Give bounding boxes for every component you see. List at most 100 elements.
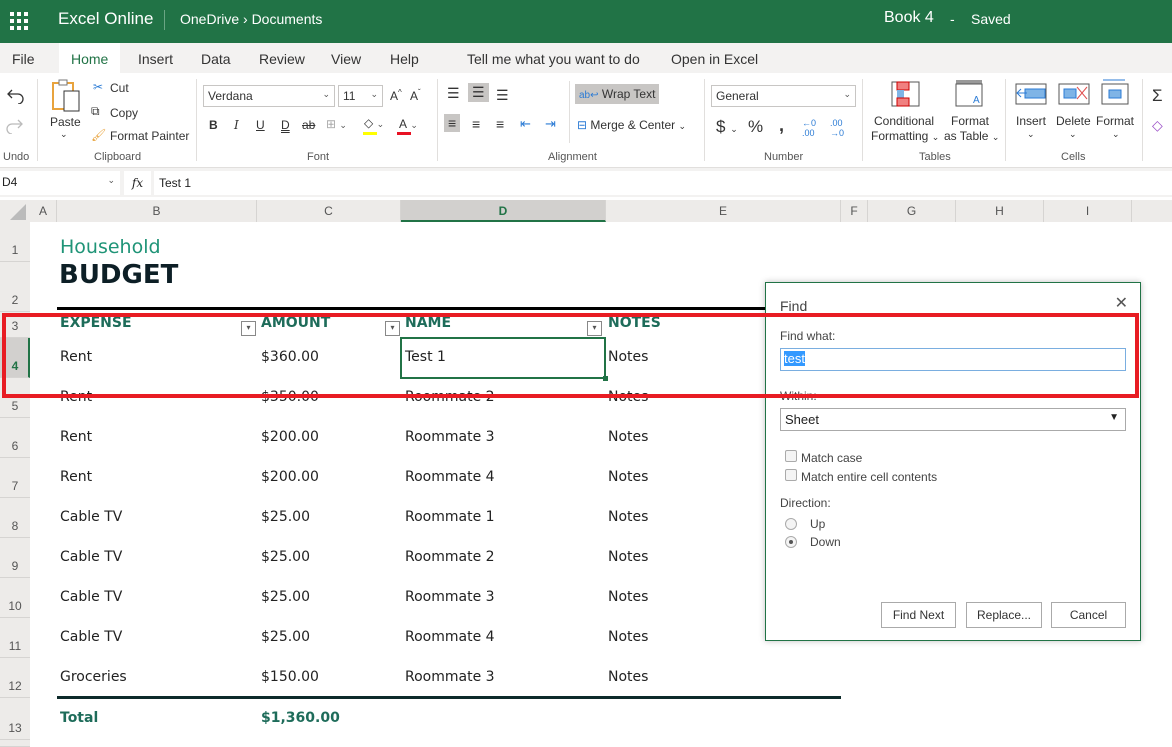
align-top-icon[interactable]: ☰ bbox=[447, 85, 460, 102]
total-value[interactable]: $1,360.00 bbox=[261, 710, 340, 726]
cell-amount[interactable]: $200.00 bbox=[261, 469, 319, 485]
breadcrumb[interactable]: OneDrive › Documents bbox=[180, 11, 322, 27]
format-as-table-button[interactable]: Format bbox=[951, 114, 989, 128]
match-case-checkbox[interactable] bbox=[785, 450, 797, 462]
decrease-decimal-icon[interactable]: .00 →0 bbox=[830, 118, 844, 138]
wrap-text-button[interactable]: ab↩ Wrap Text bbox=[575, 84, 660, 104]
number-format-dropdown[interactable]: General ⌄ bbox=[711, 85, 856, 107]
cancel-button[interactable]: Cancel bbox=[1051, 602, 1126, 628]
tab-file[interactable]: File bbox=[12, 43, 35, 73]
percent-icon[interactable]: % bbox=[748, 117, 763, 137]
font-color-icon[interactable]: A ⌄ bbox=[397, 117, 418, 135]
header-notes[interactable]: NOTES bbox=[608, 315, 661, 331]
direction-down-radio[interactable] bbox=[785, 536, 797, 548]
cell-expense[interactable]: Cable TV bbox=[60, 509, 122, 525]
format-as-table-icon[interactable]: A bbox=[955, 79, 987, 107]
increase-indent-icon[interactable]: ⇥ bbox=[545, 116, 556, 132]
delete-cells-button[interactable]: Delete bbox=[1056, 114, 1091, 128]
direction-up-radio[interactable] bbox=[785, 518, 797, 530]
row-header-7[interactable]: 7 bbox=[0, 458, 30, 498]
cell-amount[interactable]: $360.00 bbox=[261, 349, 319, 365]
increase-decimal-icon[interactable]: ←0.00 bbox=[802, 118, 816, 138]
cell-notes[interactable]: Notes bbox=[608, 389, 648, 405]
filter-dropdown-name[interactable]: ▾ bbox=[587, 321, 602, 336]
row-header-5[interactable]: 5 bbox=[0, 378, 30, 418]
cut-button[interactable]: Cut bbox=[110, 81, 129, 95]
format-cells-icon[interactable] bbox=[1101, 78, 1129, 106]
cell-expense[interactable]: Groceries bbox=[60, 669, 127, 685]
bold-icon[interactable]: B bbox=[209, 118, 218, 132]
row-header-12[interactable]: 12 bbox=[0, 658, 30, 698]
column-header-c[interactable]: C bbox=[257, 200, 401, 222]
row-header-2[interactable]: 2 bbox=[0, 262, 30, 312]
app-launcher-icon[interactable] bbox=[10, 12, 28, 30]
cell-notes[interactable]: Notes bbox=[608, 629, 648, 645]
app-name[interactable]: Excel Online bbox=[58, 9, 153, 29]
close-icon[interactable]: ✕ bbox=[1115, 293, 1128, 313]
column-header-f[interactable]: F bbox=[841, 200, 868, 222]
tab-help[interactable]: Help bbox=[390, 43, 419, 73]
undo-icon[interactable] bbox=[6, 86, 26, 104]
select-all-corner[interactable] bbox=[0, 200, 30, 222]
chevron-down-icon[interactable]: ⌄ bbox=[1027, 129, 1035, 140]
merge-center-button[interactable]: ⊟ Merge & Center ⌄ bbox=[577, 118, 686, 132]
sheet-title[interactable]: BUDGET bbox=[59, 260, 178, 290]
strikethrough-icon[interactable]: ab bbox=[302, 118, 315, 132]
comma-style-icon[interactable]: , bbox=[779, 115, 784, 136]
tab-insert[interactable]: Insert bbox=[138, 43, 173, 73]
clear-icon[interactable]: ◇ bbox=[1152, 117, 1163, 134]
cell-name[interactable]: Roommate 4 bbox=[405, 469, 495, 485]
copy-button[interactable]: Copy bbox=[110, 106, 138, 120]
cell-expense[interactable]: Cable TV bbox=[60, 589, 122, 605]
selected-cell-d4[interactable] bbox=[400, 337, 608, 381]
decrease-font-icon[interactable]: Aˇ bbox=[410, 88, 421, 103]
cell-expense[interactable]: Cable TV bbox=[60, 549, 122, 565]
header-name[interactable]: NAME bbox=[405, 315, 451, 331]
underline-icon[interactable]: U bbox=[256, 118, 265, 132]
cell-expense[interactable]: Rent bbox=[60, 389, 92, 405]
borders-icon[interactable]: ⊞ ⌄ bbox=[326, 117, 347, 131]
match-case-label[interactable]: Match case bbox=[801, 451, 862, 465]
align-center-icon[interactable]: ≡ bbox=[472, 116, 480, 132]
format-cells-button[interactable]: Format bbox=[1096, 114, 1134, 128]
cell-amount[interactable]: $25.00 bbox=[261, 629, 310, 645]
align-middle-icon[interactable]: ☰ bbox=[468, 83, 489, 102]
double-underline-icon[interactable]: D bbox=[281, 118, 290, 132]
column-header-d[interactable]: D bbox=[401, 200, 606, 222]
tab-review[interactable]: Review bbox=[259, 43, 305, 73]
direction-down-label[interactable]: Down bbox=[810, 535, 841, 549]
column-header-g[interactable]: G bbox=[868, 200, 956, 222]
match-entire-label[interactable]: Match entire cell contents bbox=[801, 470, 937, 484]
header-expense[interactable]: EXPENSE bbox=[60, 315, 132, 331]
cell-expense[interactable]: Cable TV bbox=[60, 629, 122, 645]
document-title[interactable]: Book 4 bbox=[884, 9, 934, 27]
fill-color-icon[interactable]: ◇ ⌄ bbox=[363, 116, 384, 135]
tab-home[interactable]: Home bbox=[59, 43, 121, 73]
align-left-icon[interactable]: ≡ bbox=[444, 114, 461, 132]
chevron-down-icon[interactable]: ⌄ bbox=[60, 129, 68, 140]
cell-expense[interactable]: Rent bbox=[60, 469, 92, 485]
cell-amount[interactable]: $350.00 bbox=[261, 389, 319, 405]
cell-amount[interactable]: $25.00 bbox=[261, 589, 310, 605]
column-header-i[interactable]: I bbox=[1044, 200, 1132, 222]
delete-cells-icon[interactable] bbox=[1058, 83, 1090, 105]
cell-notes[interactable]: Notes bbox=[608, 669, 648, 685]
replace-button[interactable]: Replace... bbox=[966, 602, 1042, 628]
paste-button[interactable]: Paste bbox=[50, 115, 81, 129]
chevron-down-icon[interactable]: ⌄ bbox=[1069, 129, 1077, 140]
sheet-subtitle[interactable]: Household bbox=[60, 236, 161, 258]
cell-notes[interactable]: Notes bbox=[608, 349, 648, 365]
format-painter-button[interactable]: Format Painter bbox=[110, 129, 189, 143]
cell-name[interactable]: Roommate 3 bbox=[405, 429, 495, 445]
column-header-a[interactable]: A bbox=[30, 200, 57, 222]
column-header-h[interactable]: H bbox=[956, 200, 1044, 222]
cell-notes[interactable]: Notes bbox=[608, 429, 648, 445]
cell-name[interactable]: Roommate 1 bbox=[405, 509, 495, 525]
cell-amount[interactable]: $150.00 bbox=[261, 669, 319, 685]
cell-name[interactable]: Roommate 3 bbox=[405, 669, 495, 685]
tab-data[interactable]: Data bbox=[201, 43, 231, 73]
decrease-indent-icon[interactable]: ⇤ bbox=[520, 116, 531, 132]
tab-view[interactable]: View bbox=[331, 43, 361, 73]
insert-cells-icon[interactable] bbox=[1015, 83, 1047, 105]
direction-up-label[interactable]: Up bbox=[810, 517, 825, 531]
